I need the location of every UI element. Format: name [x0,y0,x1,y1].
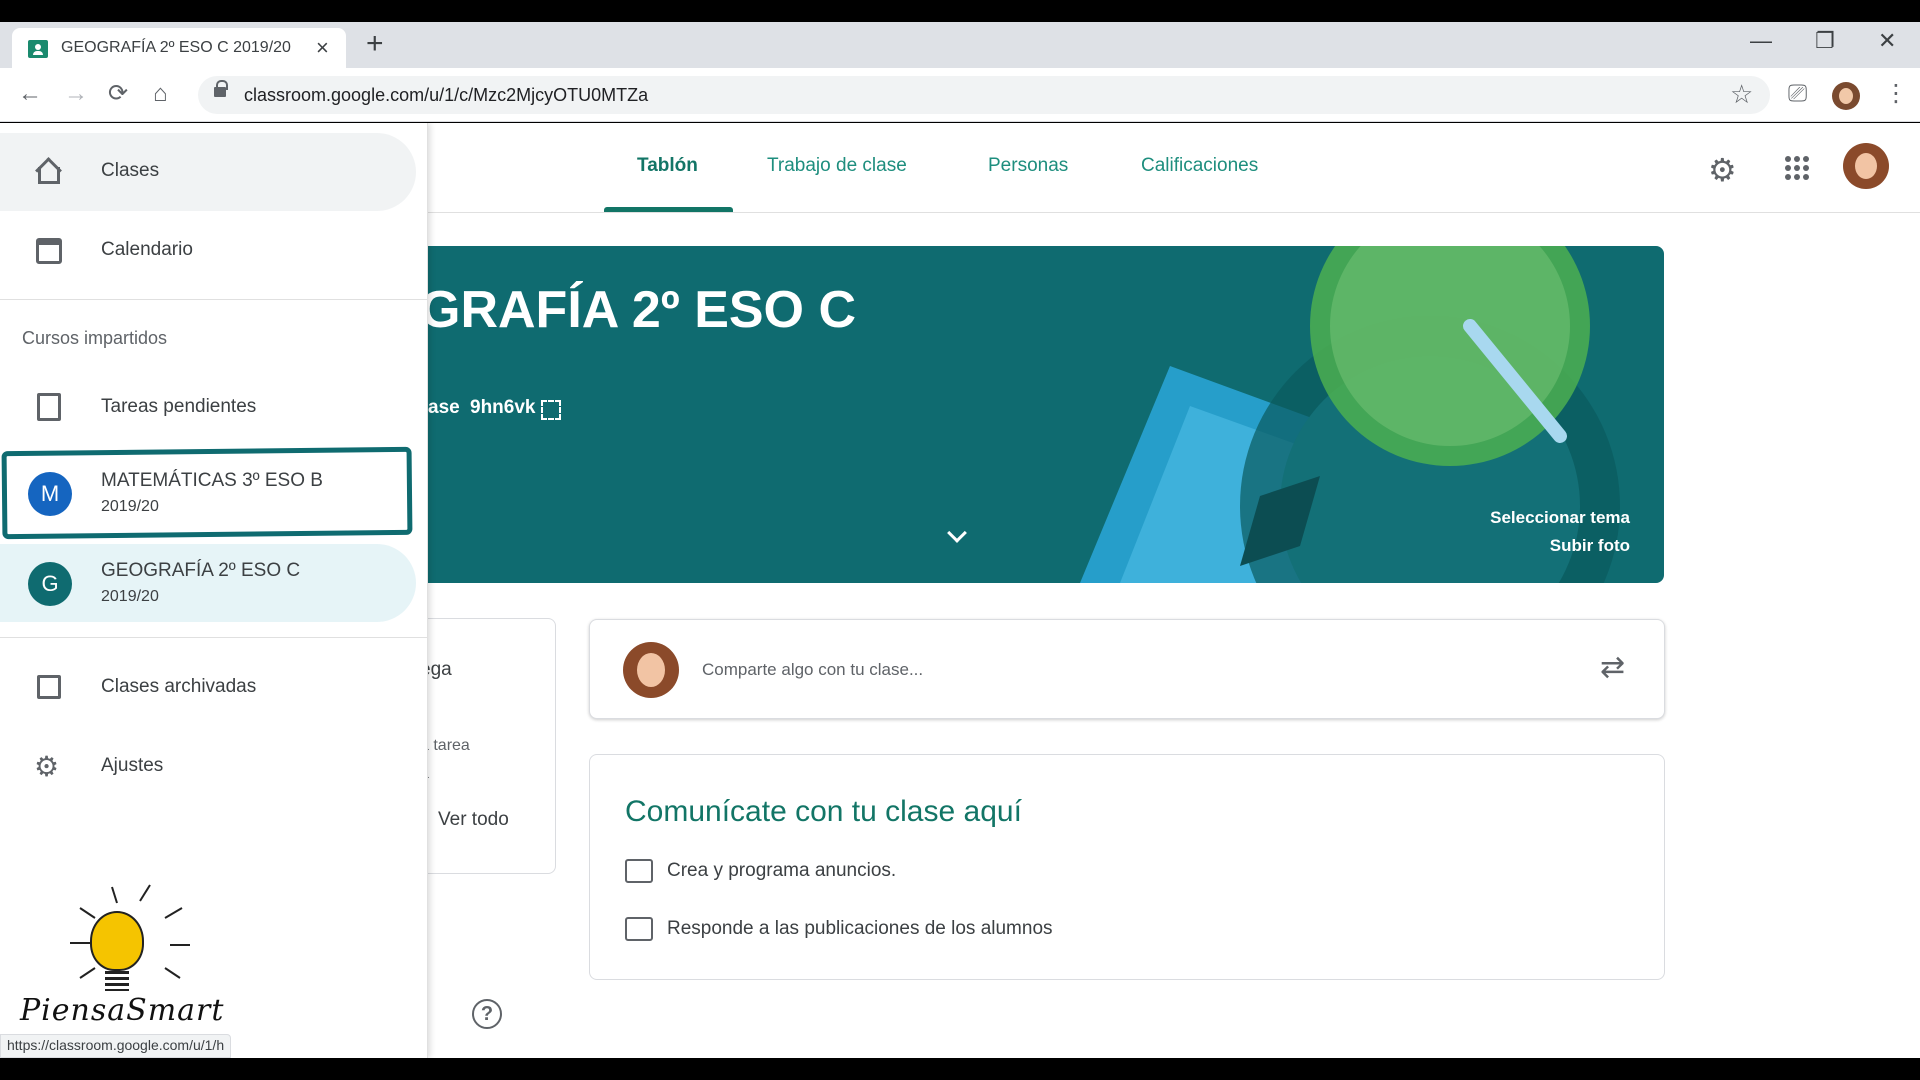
tab-stream[interactable]: Tablón [637,155,698,177]
url-text: classroom.google.com/u/1/c/Mzc2MjcyOTU0M… [244,85,649,105]
select-theme-link[interactable]: Seleccionar tema [1490,508,1630,528]
repost-icon[interactable]: ⇄ [1600,650,1625,685]
address-bar[interactable]: classroom.google.com/u/1/c/Mzc2MjcyOTU0M… [198,76,1770,114]
account-avatar[interactable] [1843,143,1889,189]
lightbulb-base-icon [105,971,129,991]
lock-icon [214,80,228,97]
browser-tabstrip: GEOGRAFÍA 2º ESO C 2019/20 × + — ❐ ✕ [0,22,1920,68]
drawer-item-label: Calendario [101,239,193,260]
restore-icon[interactable]: ❐ [1815,28,1835,54]
announcement-icon [625,859,653,883]
back-icon[interactable]: ← [18,80,42,108]
letterbox-bottom [0,1058,1920,1080]
drawer-item-label: Clases archivadas [101,676,257,697]
annotation-highlight-box [1,446,413,540]
tab-classwork[interactable]: Trabajo de clase [767,155,907,177]
comment-list-icon [625,917,653,941]
drawer-divider [0,299,428,300]
communicate-row: Responde a las publicaciones de los alum… [625,917,1053,941]
classroom-page: Tablón Trabajo de clase Personas Calific… [0,123,1920,1058]
drawer-item-settings[interactable]: ⚙ Ajustes [0,728,416,806]
class-code-label: ase [428,397,460,418]
help-icon[interactable]: ? [472,999,502,1029]
tab-title: GEOGRAFÍA 2º ESO C 2019/20 [61,39,291,56]
class-title: GRAFÍA 2º ESO C [420,281,857,339]
tab-grades[interactable]: Calificaciones [1141,155,1258,177]
drawer-section-heading: Cursos impartidos [22,328,168,348]
browser-tab[interactable]: GEOGRAFÍA 2º ESO C 2019/20 × [12,28,346,68]
upload-photo-link[interactable]: Subir foto [1550,536,1630,556]
drawer-course-geography[interactable]: G GEOGRAFÍA 2º ESO C 2019/20 [0,544,416,622]
screen: GEOGRAFÍA 2º ESO C 2019/20 × + — ❐ ✕ ← →… [0,0,1920,1080]
class-banner: GRAFÍA 2º ESO C ase 9hn6vk Seleccionar t… [420,246,1664,583]
tab-people[interactable]: Personas [988,155,1068,177]
active-tab-indicator [604,207,733,212]
window-close-icon[interactable]: ✕ [1878,28,1896,54]
browser-menu-icon[interactable]: ⋮ [1884,80,1908,108]
home-icon [36,159,60,184]
course-year: 2019/20 [101,588,159,605]
communicate-row: Crea y programa anuncios. [625,859,896,883]
fullscreen-icon[interactable] [541,400,561,420]
minimize-icon[interactable]: — [1750,28,1772,54]
drawer-divider [0,637,428,638]
drawer-item-label: Clases [101,160,160,181]
cast-icon[interactable]: ⎚ [1788,80,1807,108]
lightbulb-icon [90,911,144,971]
user-avatar [623,642,679,698]
share-box[interactable]: Comparte algo con tu clase... ⇄ [589,619,1665,719]
home-icon[interactable]: ⌂ [153,80,168,108]
calendar-icon [36,238,62,264]
navigation-drawer: Clases Calendario Cursos impartidos Tare… [0,123,428,1058]
forward-icon[interactable]: → [64,80,88,108]
communicate-row-text: Responde a las publicaciones de los alum… [667,918,1053,940]
drawer-item-label: Tareas pendientes [101,396,257,417]
communicate-row-text: Crea y programa anuncios. [667,860,897,882]
logo-text: PiensaSmart [20,993,225,1028]
drawer-item-label: Ajustes [101,755,164,776]
reload-icon[interactable]: ⟳ [108,80,128,108]
drawer-item-archived[interactable]: Clases archivadas [0,649,416,727]
communicate-card: Comunícate con tu clase aquí Crea y prog… [589,754,1665,980]
clipboard-icon [37,393,61,421]
course-name: GEOGRAFÍA 2º ESO C [101,560,301,581]
tab-close-icon[interactable]: × [316,35,329,61]
archive-icon [37,675,61,699]
browser-toolbar: ← → ⟳ ⌂ classroom.google.com/u/1/c/Mzc2M… [0,68,1920,122]
new-tab-button[interactable]: + [366,29,384,59]
communicate-title: Comunícate con tu clase aquí [625,795,1022,828]
view-all-link[interactable]: Ver todo [438,809,509,831]
browser-profile-avatar[interactable] [1832,82,1860,110]
class-code[interactable]: 9hn6vk [470,397,535,419]
drawer-item-classes[interactable]: Clases [0,133,416,211]
apps-grid-icon[interactable] [1785,156,1809,180]
class-settings-gear-icon[interactable]: ⚙ [1708,151,1737,189]
gear-icon: ⚙ [34,751,60,782]
share-placeholder[interactable]: Comparte algo con tu clase... [702,660,923,680]
status-bar-url: https://classroom.google.com/u/1/h [0,1034,232,1058]
watermark-logo: PiensaSmart [20,883,240,1043]
drawer-item-pending-tasks[interactable]: Tareas pendientes [0,369,416,447]
classroom-favicon-icon [28,40,48,58]
drawer-item-calendar[interactable]: Calendario [0,212,416,290]
bookmark-star-icon[interactable]: ☆ [1730,79,1753,110]
course-initial: G [28,562,72,606]
